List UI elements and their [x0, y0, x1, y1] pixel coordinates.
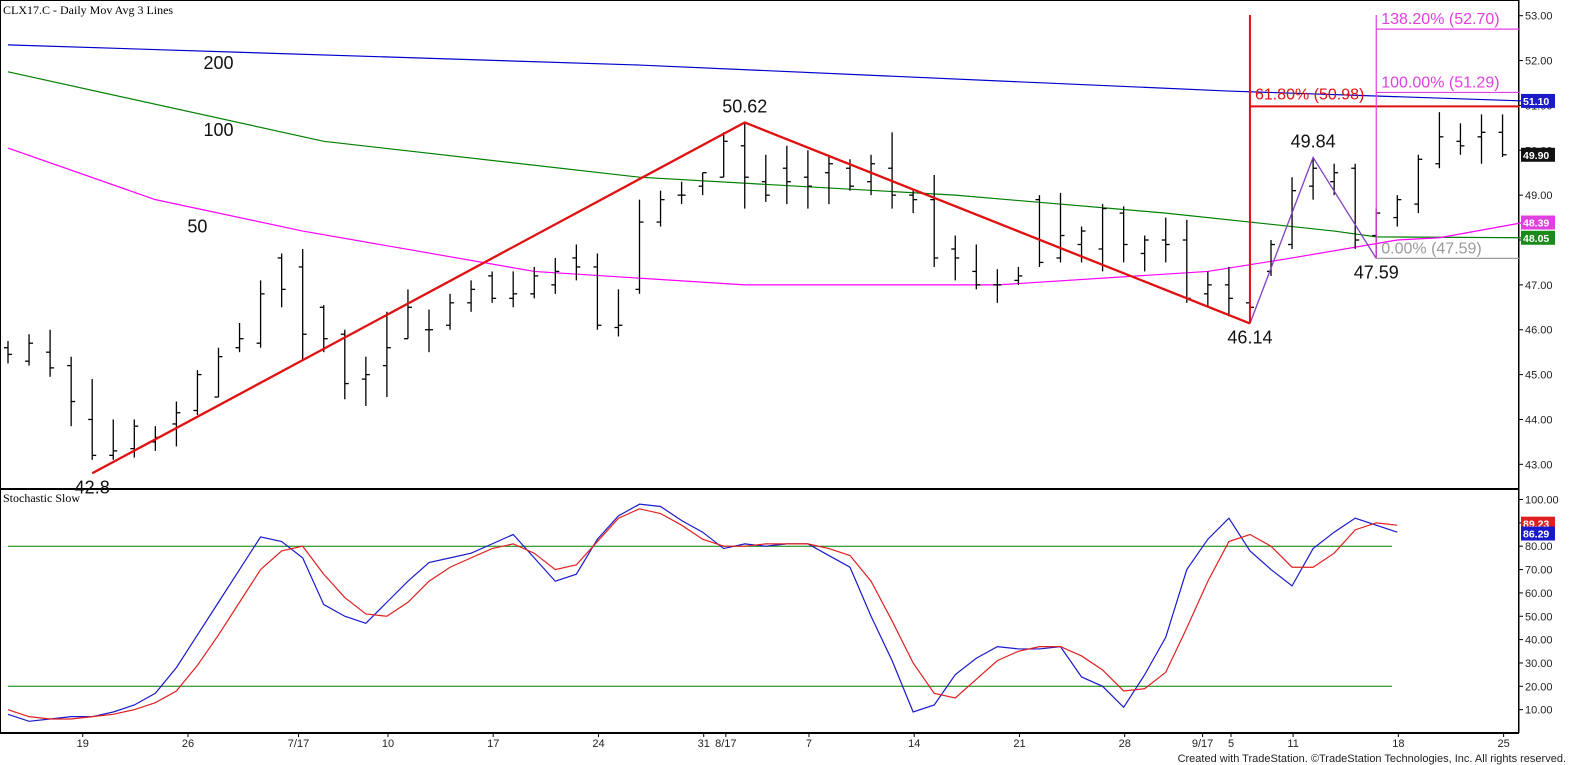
x-tick-label: 7/17: [288, 738, 309, 750]
price-tick-label: 52.00: [1525, 56, 1553, 68]
x-tick-label: 25: [1497, 738, 1509, 750]
x-tick-label: 9/17: [1192, 738, 1213, 750]
price-tick-label: 53.00: [1525, 11, 1553, 23]
extension-label: 0.00% (47.59): [1381, 240, 1482, 257]
price-tick-label: 43.00: [1525, 459, 1553, 471]
stoch-tick-label: 100.00: [1525, 495, 1559, 507]
x-tick-label: 19: [77, 738, 89, 750]
x-tick-label: 10: [382, 738, 394, 750]
stoch-tick-label: 10.00: [1525, 705, 1553, 717]
price-tag-label: 86.29: [1523, 529, 1549, 541]
x-tick-label: 11: [1287, 738, 1298, 750]
chart-title: CLX17.C - Daily Mov Avg 3 Lines: [3, 3, 173, 17]
stoch-tick-label: 70.00: [1525, 565, 1553, 577]
price-tag-label: 49.90: [1523, 150, 1549, 162]
ma-label: 200: [203, 53, 233, 73]
x-tick-label: 18: [1392, 738, 1404, 750]
swing-label: 42.8: [75, 477, 110, 497]
x-tick-label: 8/17: [715, 738, 736, 750]
stoch-tick-label: 50.00: [1525, 611, 1553, 623]
credit-text: Created with TradeStation. ©TradeStation…: [1178, 753, 1566, 765]
swing-label: 49.84: [1291, 131, 1336, 151]
price-tick-label: 46.00: [1525, 325, 1553, 337]
extension-label: 138.20% (52.70): [1381, 11, 1499, 28]
chart-background: [0, 0, 1569, 765]
stoch-title: Stochastic Slow: [3, 491, 80, 505]
stoch-tick-label: 20.00: [1525, 681, 1553, 693]
ma-label: 50: [187, 217, 207, 237]
price-tick-label: 45.00: [1525, 370, 1553, 382]
ma-label: 100: [203, 120, 233, 140]
extension-label: 100.00% (51.29): [1381, 74, 1499, 91]
price-tag-label: 48.39: [1523, 218, 1549, 230]
x-tick-label: 26: [182, 738, 194, 750]
x-tick-label: 21: [1013, 738, 1025, 750]
price-tag-label: 48.05: [1523, 233, 1549, 245]
price-tick-label: 44.00: [1525, 414, 1553, 426]
x-tick-label: 28: [1119, 738, 1131, 750]
chart-canvas: CLX17.C - Daily Mov Avg 3 Lines Stochast…: [0, 0, 1569, 765]
x-tick-label: 5: [1228, 738, 1234, 750]
price-tick-label: 47.00: [1525, 280, 1553, 292]
x-tick-label: 17: [487, 738, 499, 750]
x-tick-label: 24: [592, 738, 604, 750]
stoch-tick-label: 30.00: [1525, 658, 1553, 670]
swing-label: 46.14: [1227, 327, 1272, 347]
stoch-tick-label: 80.00: [1525, 541, 1553, 553]
swing-label: 47.59: [1354, 262, 1399, 282]
stoch-tick-label: 60.00: [1525, 588, 1553, 600]
price-tick-label: 49.00: [1525, 190, 1553, 202]
x-tick-label: 14: [908, 738, 920, 750]
price-tag-label: 51.10: [1523, 96, 1549, 108]
x-tick-label: 7: [806, 738, 812, 750]
retracement-label: 61.80% (50.98): [1255, 86, 1364, 103]
stoch-tick-label: 40.00: [1525, 635, 1553, 647]
swing-label: 50.62: [722, 96, 767, 116]
x-tick-label: 31: [698, 738, 710, 750]
